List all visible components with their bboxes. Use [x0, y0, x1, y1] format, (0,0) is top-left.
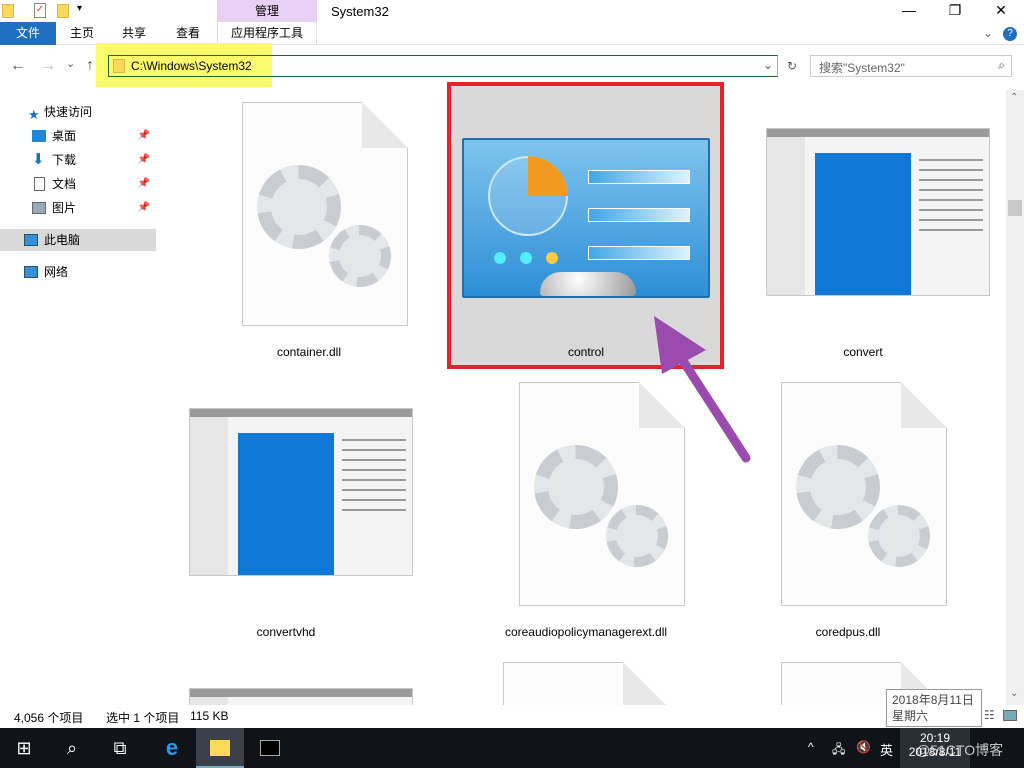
- refresh-button[interactable]: ↻: [782, 55, 802, 77]
- sidebar-item-pictures[interactable]: 图片 📌: [0, 197, 156, 219]
- tooltip-weekday: 星期六: [892, 709, 929, 723]
- application-icon: [189, 688, 413, 705]
- sidebar-item-downloads[interactable]: ⬇ 下载 📌: [0, 149, 156, 171]
- desktop-icon: [32, 130, 46, 142]
- dll-file-icon: [242, 102, 408, 326]
- application-icon: [766, 128, 990, 296]
- sidebar-item-documents[interactable]: 文档 📌: [0, 173, 156, 195]
- address-dropdown-icon[interactable]: ⌄: [763, 58, 773, 72]
- scroll-up-icon[interactable]: ⌃: [1010, 92, 1018, 103]
- large-icons-view-icon[interactable]: [1003, 710, 1017, 721]
- pin-icon[interactable]: 📌: [138, 197, 150, 219]
- new-folder-icon[interactable]: [57, 4, 69, 18]
- close-button[interactable]: ✕: [978, 0, 1024, 22]
- volume-muted-icon[interactable]: 🔇: [856, 740, 871, 754]
- address-text[interactable]: C:\Windows\System32: [131, 59, 252, 73]
- computer-icon: [24, 234, 38, 246]
- tab-manage[interactable]: 管理: [217, 0, 317, 22]
- details-view-icon[interactable]: ☷: [984, 708, 995, 722]
- scroll-down-icon[interactable]: ⌄: [1010, 688, 1018, 699]
- selected-size: 115 KB: [190, 709, 229, 723]
- tab-view[interactable]: 查看: [166, 22, 210, 45]
- file-name: container.dll: [276, 345, 342, 359]
- download-icon: ⬇: [32, 151, 45, 168]
- file-name: coreaudiopolicymanagerext.dll: [504, 625, 668, 639]
- title-bar: ✓ ▾ 管理 System32 — ❐ ✕: [0, 0, 1024, 22]
- tooltip-date: 2018年8月11日: [892, 693, 974, 707]
- sidebar-item-label: 桌面: [52, 129, 77, 143]
- back-button[interactable]: ←: [10, 57, 26, 75]
- properties-icon[interactable]: ✓: [34, 3, 46, 18]
- application-icon: [189, 408, 413, 576]
- scrollbar-thumb[interactable]: [1008, 200, 1022, 216]
- show-hidden-icons-button[interactable]: ^: [808, 740, 814, 754]
- sidebar-item-label: 快速访问: [44, 105, 93, 119]
- address-bar[interactable]: C:\Windows\System32 ⌄: [108, 55, 778, 77]
- file-name: coredpus.dll: [815, 625, 881, 639]
- date-tooltip: 2018年8月11日 星期六: [886, 689, 982, 727]
- file-name: convertvhd: [256, 625, 316, 639]
- sidebar-item-label: 网络: [44, 265, 69, 279]
- customize-qat-icon[interactable]: ▾: [77, 3, 82, 14]
- file-item[interactable]: container.dll: [174, 90, 444, 360]
- network-warning-icon[interactable]: 🖧: [832, 740, 845, 761]
- document-icon: [34, 177, 45, 191]
- sidebar-item-label: 文档: [52, 177, 77, 191]
- sidebar-item-this-pc[interactable]: 此电脑: [0, 229, 156, 251]
- ribbon-tabs: 文件 主页 共享 查看 应用程序工具 ⌄ ?: [0, 22, 1024, 45]
- search-button[interactable]: ⌕: [48, 728, 96, 768]
- pictures-icon: [32, 202, 46, 214]
- vertical-scrollbar[interactable]: ⌃ ⌄: [1006, 90, 1024, 705]
- sidebar-item-label: 下载: [52, 153, 77, 167]
- forward-button[interactable]: →: [40, 57, 56, 75]
- help-button[interactable]: ?: [1003, 27, 1017, 41]
- sidebar-item-label: 图片: [52, 201, 77, 215]
- control-panel-icon: [462, 138, 710, 298]
- annotation-arrow: [654, 316, 751, 463]
- watermark: @51CTO博客: [916, 742, 1004, 758]
- tab-file[interactable]: 文件: [0, 22, 56, 45]
- maximize-button[interactable]: ❐: [932, 0, 978, 22]
- search-input[interactable]: 搜索"System32" ⌕: [810, 55, 1012, 77]
- tab-share[interactable]: 共享: [112, 22, 156, 45]
- pin-icon[interactable]: 📌: [138, 173, 150, 195]
- file-item[interactable]: convert: [728, 90, 998, 360]
- taskbar: ⊞ ⌕ ⧉ e ^ 🖧 🔇 英 20:19 2018/8/11 @51CTO博客: [0, 728, 1024, 768]
- search-icon[interactable]: ⌕: [998, 58, 1005, 73]
- tab-home[interactable]: 主页: [60, 22, 104, 45]
- task-view-button[interactable]: ⧉: [96, 728, 144, 768]
- search-placeholder: 搜索"System32": [819, 61, 905, 75]
- pin-icon[interactable]: 📌: [138, 125, 150, 147]
- folder-icon: [113, 59, 125, 73]
- internet-explorer-icon[interactable]: e: [148, 728, 196, 768]
- up-button[interactable]: ↑: [86, 57, 94, 75]
- selected-count: 选中 1 个项目: [106, 711, 180, 725]
- file-icon: [503, 662, 669, 708]
- star-icon: ★: [28, 107, 40, 122]
- status-bar: 4,056 个项目 选中 1 个项目 115 KB ☷: [0, 705, 1024, 728]
- sidebar-item-label: 此电脑: [44, 233, 81, 247]
- expand-ribbon-button[interactable]: ⌄: [978, 22, 998, 45]
- item-count: 4,056 个项目: [14, 711, 84, 725]
- tab-application-tools[interactable]: 应用程序工具: [217, 22, 317, 45]
- sidebar-item-desktop[interactable]: 桌面 📌: [0, 125, 156, 147]
- file-item[interactable]: convertvhd: [151, 370, 421, 640]
- file-explorer-taskbar-button[interactable]: [196, 728, 244, 768]
- pin-icon[interactable]: 📌: [138, 149, 150, 171]
- network-icon: [24, 266, 38, 278]
- recent-locations-button[interactable]: ⌄: [66, 57, 75, 70]
- window-title: System32: [331, 4, 389, 19]
- file-item[interactable]: [435, 650, 705, 708]
- start-button[interactable]: ⊞: [0, 728, 48, 768]
- sidebar-item-quick-access[interactable]: ★ 快速访问: [0, 101, 156, 123]
- minimize-button[interactable]: —: [886, 0, 932, 22]
- input-method-indicator[interactable]: 英: [880, 740, 893, 759]
- folder-icon[interactable]: [2, 4, 14, 18]
- file-name: convert: [843, 345, 883, 359]
- file-item[interactable]: [151, 650, 421, 705]
- navigation-pane: ★ 快速访问 桌面 📌 ⬇ 下载 📌 文档 📌 图片 📌 此电脑 网络: [0, 95, 158, 705]
- sidebar-item-network[interactable]: 网络: [0, 261, 156, 283]
- dll-file-icon: [781, 382, 947, 606]
- command-prompt-taskbar-button[interactable]: [246, 728, 294, 768]
